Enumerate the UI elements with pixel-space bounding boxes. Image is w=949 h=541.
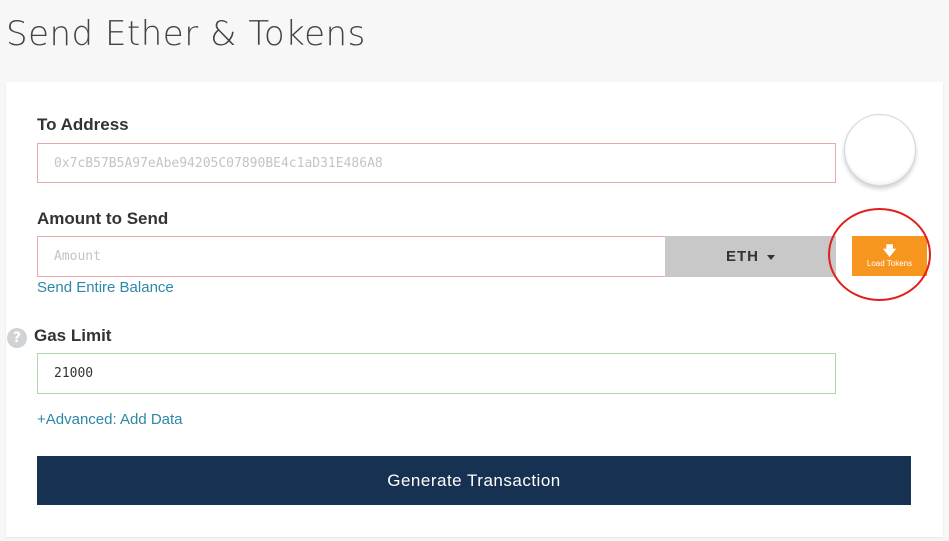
gas-limit-label: Gas Limit bbox=[34, 326, 112, 345]
advanced-add-data-link[interactable]: +Advanced: Add Data bbox=[37, 411, 183, 428]
caret-down-icon bbox=[767, 255, 775, 260]
amount-label: Amount to Send bbox=[37, 209, 169, 228]
page-title: Send Ether & Tokens bbox=[6, 14, 366, 54]
load-tokens-button[interactable]: 🡇 Load Tokens bbox=[852, 236, 927, 276]
to-address-input[interactable] bbox=[37, 143, 836, 183]
help-icon[interactable]: ? bbox=[7, 328, 27, 348]
amount-input[interactable] bbox=[37, 236, 666, 277]
gas-limit-input[interactable] bbox=[37, 353, 836, 394]
token-select-dropdown[interactable]: ETH bbox=[665, 236, 836, 277]
address-identicon bbox=[844, 114, 916, 186]
token-select-label: ETH bbox=[726, 248, 759, 265]
generate-transaction-button[interactable]: Generate Transaction bbox=[37, 456, 911, 505]
load-tokens-label: Load Tokens bbox=[866, 259, 913, 268]
to-address-label: To Address bbox=[37, 115, 129, 134]
send-entire-balance-link[interactable]: Send Entire Balance bbox=[37, 279, 174, 296]
download-arrow-icon: 🡇 bbox=[882, 243, 897, 258]
send-panel: To Address Amount to Send ETH 🡇 Load Tok… bbox=[6, 82, 943, 537]
